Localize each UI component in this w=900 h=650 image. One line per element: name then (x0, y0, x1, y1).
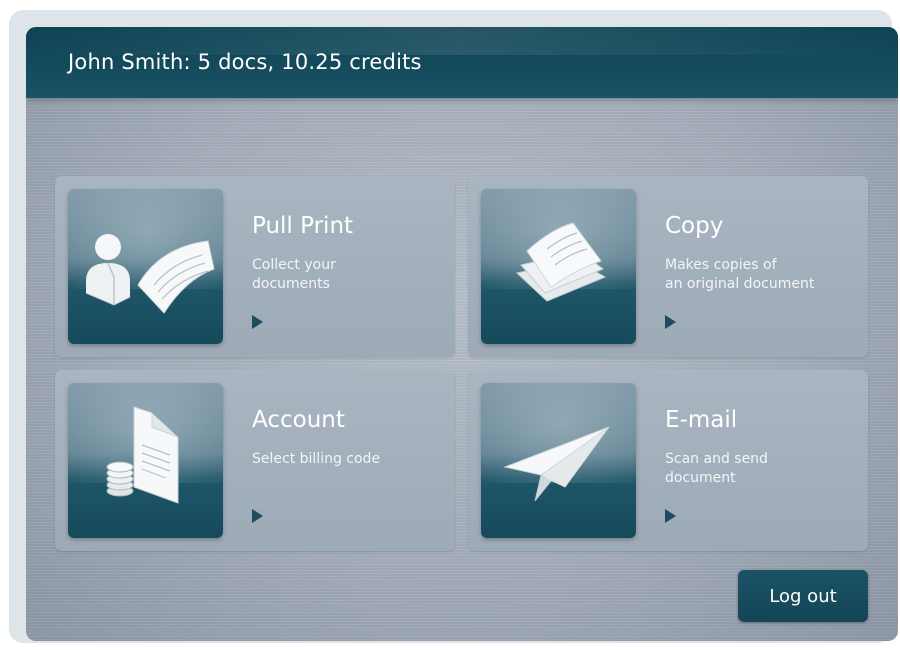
user-document-icon (68, 189, 223, 344)
user-status-title: John Smith: 5 docs, 10.25 credits (68, 50, 422, 74)
pull-print-tile[interactable]: Pull Print Collect your documents (55, 176, 455, 357)
play-arrow-icon (252, 509, 263, 523)
header-bar: John Smith: 5 docs, 10.25 credits (26, 27, 898, 98)
tile-description-line: an original document (665, 276, 815, 292)
logout-button[interactable]: Log out (738, 570, 868, 622)
copy-pages-icon (481, 189, 636, 344)
tile-description: Collect your documents (252, 256, 447, 294)
play-arrow-icon (665, 315, 676, 329)
tile-title: Pull Print (252, 213, 354, 239)
paper-plane-icon (481, 383, 636, 538)
tile-description: Scan and send document (665, 450, 860, 488)
tile-title: Account (252, 407, 345, 433)
account-tile[interactable]: Account Select billing code (55, 370, 455, 551)
email-tile[interactable]: E-mail Scan and send document (468, 370, 868, 551)
tile-description-line: document (665, 470, 736, 486)
tile-description-line: Scan and send (665, 451, 768, 467)
tile-description-line: Makes copies of (665, 257, 777, 273)
tile-title: E-mail (665, 407, 738, 433)
play-arrow-icon (665, 509, 676, 523)
tile-description-line: Collect your (252, 257, 336, 273)
kiosk-panel: John Smith: 5 docs, 10.25 credits Pull P… (26, 27, 898, 641)
play-arrow-icon (252, 315, 263, 329)
tile-title: Copy (665, 213, 724, 239)
tile-description-line: Select billing code (252, 451, 381, 467)
tile-description: Makes copies of an original document (665, 256, 860, 294)
tile-description-line: documents (252, 276, 330, 292)
copy-tile[interactable]: Copy Makes copies of an original documen… (468, 176, 868, 357)
tile-description: Select billing code (252, 450, 447, 469)
billing-coins-icon (68, 383, 223, 538)
